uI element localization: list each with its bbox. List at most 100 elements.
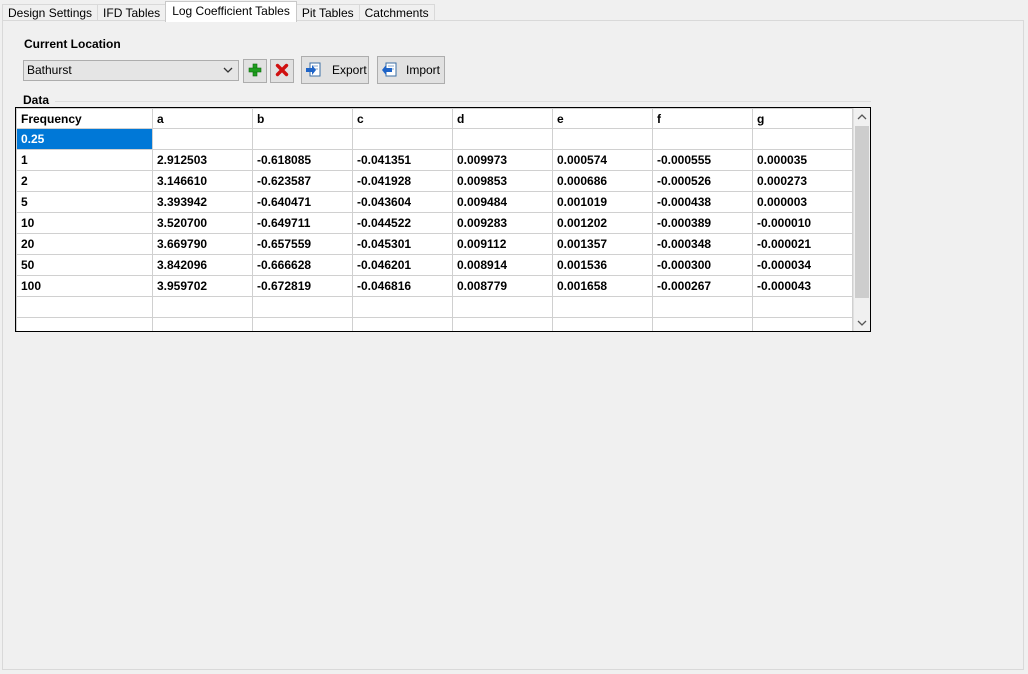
table-cell[interactable]: -0.000300 (652, 254, 753, 276)
col-header-d[interactable]: d (452, 108, 553, 129)
table-cell[interactable]: -0.672819 (252, 275, 353, 297)
coefficient-table[interactable]: Frequency a b c d e f g 0.25 1 2.912503 -0.… (15, 107, 871, 332)
table-cell[interactable]: -0.657559 (252, 233, 353, 255)
table-cell[interactable] (16, 296, 153, 318)
delete-location-button[interactable] (270, 59, 294, 83)
table-cell[interactable]: 0.25 (16, 128, 153, 150)
table-cell[interactable]: -0.640471 (252, 191, 353, 213)
table-row[interactable]: 50 3.842096 -0.666628 -0.046201 0.008914 0.00… (16, 254, 853, 276)
table-cell[interactable]: 3.842096 (152, 254, 253, 276)
table-cell[interactable] (552, 128, 653, 150)
table-cell[interactable]: -0.649711 (252, 212, 353, 234)
table-cell[interactable]: 0.000686 (552, 170, 653, 192)
col-header-a[interactable]: a (152, 108, 253, 129)
table-cell[interactable]: -0.046201 (352, 254, 453, 276)
table-cell[interactable] (452, 296, 553, 318)
table-cell[interactable] (352, 296, 453, 318)
table-cell[interactable] (452, 128, 553, 150)
table-cell[interactable]: -0.000267 (652, 275, 753, 297)
table-cell[interactable]: -0.666628 (252, 254, 353, 276)
table-cell[interactable]: 0.009973 (452, 149, 553, 171)
table-cell[interactable]: 0.009112 (452, 233, 553, 255)
table-cell[interactable]: 0.001658 (552, 275, 653, 297)
col-header-g[interactable]: g (752, 108, 853, 129)
chevron-down-icon[interactable] (854, 314, 870, 331)
table-cell[interactable] (352, 317, 453, 331)
table-cell[interactable] (752, 128, 853, 150)
table-cell[interactable]: 0.009484 (452, 191, 553, 213)
table-cell[interactable]: 0.001357 (552, 233, 653, 255)
table-row[interactable]: 0.25 (16, 128, 853, 150)
table-cell[interactable] (252, 128, 353, 150)
table-cell[interactable]: 0.009283 (452, 212, 553, 234)
table-cell[interactable]: 3.520700 (152, 212, 253, 234)
table-cell[interactable]: 0.000003 (752, 191, 853, 213)
table-cell[interactable]: -0.041351 (352, 149, 453, 171)
table-cell[interactable]: -0.000555 (652, 149, 753, 171)
table-cell[interactable]: 0.000574 (552, 149, 653, 171)
table-cell[interactable]: 100 (16, 275, 153, 297)
table-cell[interactable]: -0.000043 (752, 275, 853, 297)
table-row[interactable]: 2 3.146610 -0.623587 -0.041928 0.009853 0.000… (16, 170, 853, 192)
tab-log-coefficient-tables[interactable]: Log Coefficient Tables (165, 1, 297, 22)
table-cell[interactable]: 3.393942 (152, 191, 253, 213)
table-cell[interactable]: -0.000438 (652, 191, 753, 213)
table-cell[interactable]: 0.001536 (552, 254, 653, 276)
table-cell[interactable]: 0.000035 (752, 149, 853, 171)
add-location-button[interactable] (243, 59, 267, 83)
table-row[interactable]: 5 3.393942 -0.640471 -0.043604 0.009484 0.001… (16, 191, 853, 213)
tab-catchments[interactable]: Catchments (358, 4, 435, 21)
table-cell[interactable]: -0.000348 (652, 233, 753, 255)
table-row[interactable]: 10 3.520700 -0.649711 -0.044522 0.009283 0.00… (16, 212, 853, 234)
table-cell[interactable]: 50 (16, 254, 153, 276)
table-cell[interactable]: -0.041928 (352, 170, 453, 192)
col-header-b[interactable]: b (252, 108, 353, 129)
table-cell[interactable]: -0.000389 (652, 212, 753, 234)
table-cell[interactable]: 5 (16, 191, 153, 213)
table-cell[interactable] (752, 317, 853, 331)
table-cell[interactable]: 2.912503 (152, 149, 253, 171)
table-row[interactable]: 1 2.912503 -0.618085 -0.041351 0.009973 0.000… (16, 149, 853, 171)
table-row[interactable]: 20 3.669790 -0.657559 -0.045301 0.009112 0.00… (16, 233, 853, 255)
col-header-c[interactable]: c (352, 108, 453, 129)
table-cell[interactable]: 3.669790 (152, 233, 253, 255)
chevron-up-icon[interactable] (854, 108, 870, 125)
table-cell[interactable]: 2 (16, 170, 153, 192)
table-cell[interactable] (16, 317, 153, 331)
table-cell[interactable]: 20 (16, 233, 153, 255)
table-cell[interactable] (252, 296, 353, 318)
table-cell[interactable] (152, 128, 253, 150)
table-cell[interactable]: 0.009853 (452, 170, 553, 192)
table-cell[interactable]: -0.045301 (352, 233, 453, 255)
table-cell[interactable]: 0.001019 (552, 191, 653, 213)
col-header-frequency[interactable]: Frequency (16, 108, 153, 129)
table-cell[interactable]: 0.000273 (752, 170, 853, 192)
table-cell[interactable]: 3.959702 (152, 275, 253, 297)
table-cell[interactable] (652, 128, 753, 150)
col-header-f[interactable]: f (652, 108, 753, 129)
table-cell[interactable]: -0.046816 (352, 275, 453, 297)
table-cell[interactable]: 0.008914 (452, 254, 553, 276)
table-cell[interactable] (552, 296, 653, 318)
table-row[interactable]: 100 3.959702 -0.672819 -0.046816 0.008779 0.0… (16, 275, 853, 297)
table-cell[interactable] (152, 296, 253, 318)
table-cell[interactable] (652, 317, 753, 331)
table-cell[interactable] (552, 317, 653, 331)
tab-design-settings[interactable]: Design Settings (2, 4, 99, 21)
table-cell[interactable]: -0.623587 (252, 170, 353, 192)
scrollbar-thumb[interactable] (855, 126, 869, 298)
table-cell[interactable]: 10 (16, 212, 153, 234)
table-cell[interactable] (752, 296, 853, 318)
table-cell[interactable]: 3.146610 (152, 170, 253, 192)
table-row[interactable] (16, 296, 853, 318)
tab-pit-tables[interactable]: Pit Tables (295, 4, 360, 21)
col-header-e[interactable]: e (552, 108, 653, 129)
export-button[interactable]: Export (301, 56, 369, 84)
table-cell[interactable]: -0.000526 (652, 170, 753, 192)
table-cell[interactable]: 0.001202 (552, 212, 653, 234)
table-cell[interactable]: -0.000021 (752, 233, 853, 255)
table-cell[interactable]: 1 (16, 149, 153, 171)
table-cell[interactable] (352, 128, 453, 150)
table-cell[interactable]: -0.044522 (352, 212, 453, 234)
table-cell[interactable] (252, 317, 353, 331)
